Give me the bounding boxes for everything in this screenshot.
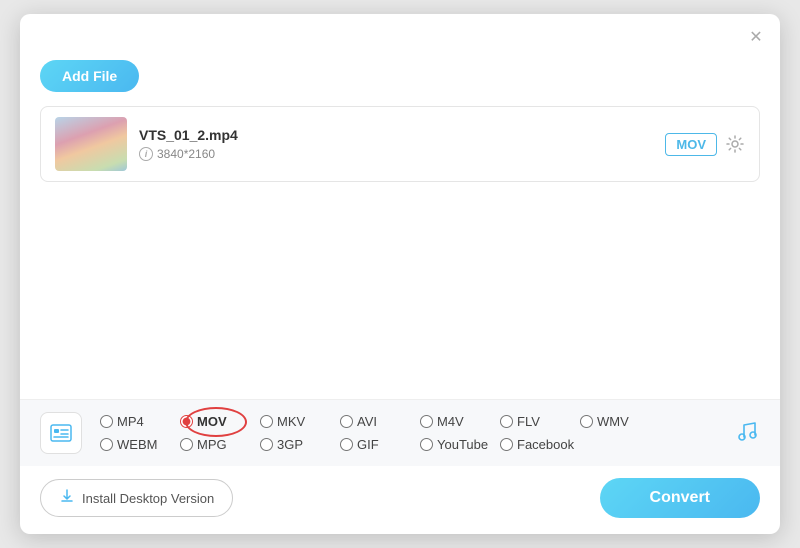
- radio-gif[interactable]: [340, 438, 353, 451]
- format-option-webm[interactable]: WEBM: [96, 435, 176, 454]
- format-option-mkv[interactable]: MKV: [256, 412, 336, 431]
- info-icon: i: [139, 147, 153, 161]
- file-item: VTS_01_2.mp4 i 3840*2160 MOV: [40, 106, 760, 182]
- download-icon: [59, 488, 75, 508]
- radio-m4v[interactable]: [420, 415, 433, 428]
- radio-mkv[interactable]: [260, 415, 273, 428]
- format-option-mov[interactable]: MOV: [176, 412, 256, 431]
- music-section: [716, 417, 760, 449]
- radio-mov[interactable]: [180, 415, 193, 428]
- settings-button[interactable]: [725, 134, 745, 154]
- grid-icon-svg: [50, 422, 72, 444]
- file-name: VTS_01_2.mp4: [139, 127, 653, 143]
- format-option-avi[interactable]: AVI: [336, 412, 416, 431]
- close-button[interactable]: ✕: [746, 27, 766, 47]
- format-option-facebook[interactable]: Facebook: [496, 435, 586, 454]
- file-actions: MOV: [665, 133, 745, 156]
- format-option-3gp[interactable]: 3GP: [256, 435, 336, 454]
- file-info: VTS_01_2.mp4 i 3840*2160: [139, 127, 653, 161]
- radio-wmv[interactable]: [580, 415, 593, 428]
- format-option-m4v[interactable]: M4V: [416, 412, 496, 431]
- format-option-mpg[interactable]: MPG: [176, 435, 256, 454]
- format-option-wmv[interactable]: WMV: [576, 412, 656, 431]
- gear-icon: [725, 134, 745, 154]
- radio-youtube[interactable]: [420, 438, 433, 451]
- format-option-gif[interactable]: GIF: [336, 435, 416, 454]
- radio-webm[interactable]: [100, 438, 113, 451]
- convert-button[interactable]: Convert: [600, 478, 760, 518]
- radio-facebook[interactable]: [500, 438, 513, 451]
- title-bar: ✕: [20, 14, 780, 50]
- format-option-youtube[interactable]: YouTube: [416, 435, 496, 454]
- file-thumbnail: [55, 117, 127, 171]
- music-icon: [734, 417, 760, 449]
- install-desktop-button[interactable]: Install Desktop Version: [40, 479, 233, 517]
- bottom-bar: Install Desktop Version Convert: [20, 466, 780, 534]
- radio-3gp[interactable]: [260, 438, 273, 451]
- radio-mpg[interactable]: [180, 438, 193, 451]
- main-window: ✕ Add File VTS_01_2.mp4 i 3840*2160 MOV: [20, 14, 780, 534]
- format-option-flv[interactable]: FLV: [496, 412, 576, 431]
- radio-flv[interactable]: [500, 415, 513, 428]
- format-badge-button[interactable]: MOV: [665, 133, 717, 156]
- main-content: Add File VTS_01_2.mp4 i 3840*2160 MOV: [20, 50, 780, 534]
- video-format-icon: [40, 412, 82, 454]
- radio-avi[interactable]: [340, 415, 353, 428]
- format-option-mp4[interactable]: MP4: [96, 412, 176, 431]
- format-bar: MP4 MOV MKV AVI: [20, 399, 780, 466]
- radio-mp4[interactable]: [100, 415, 113, 428]
- add-file-button[interactable]: Add File: [40, 60, 139, 92]
- file-resolution: i 3840*2160: [139, 147, 653, 161]
